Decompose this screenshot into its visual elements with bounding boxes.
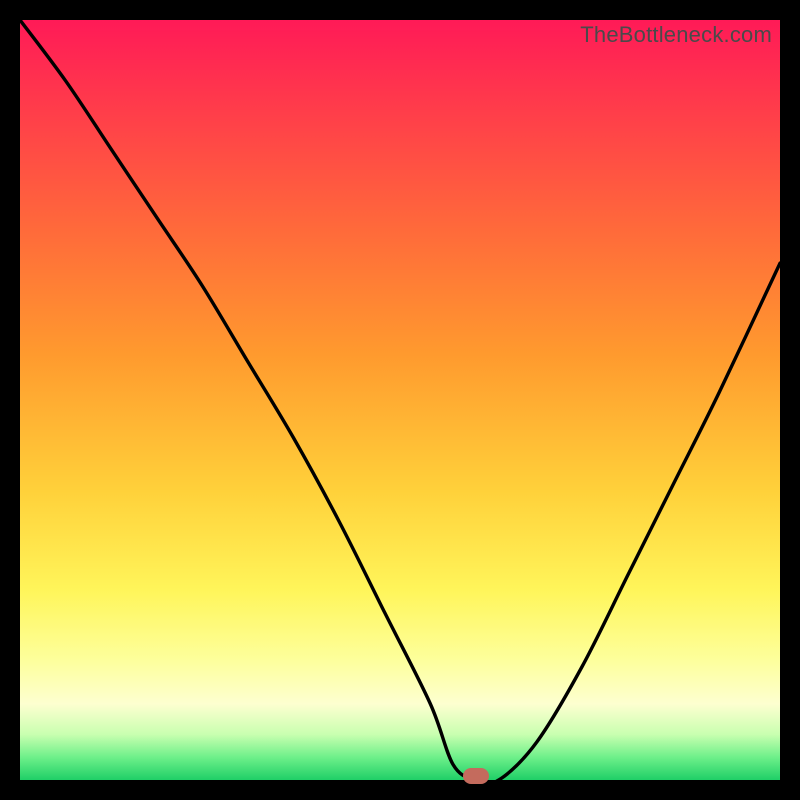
optimal-marker	[463, 768, 489, 784]
curve-path	[20, 20, 780, 780]
chart-frame: TheBottleneck.com	[0, 0, 800, 800]
plot-area: TheBottleneck.com	[20, 20, 780, 780]
bottleneck-curve	[20, 20, 780, 780]
